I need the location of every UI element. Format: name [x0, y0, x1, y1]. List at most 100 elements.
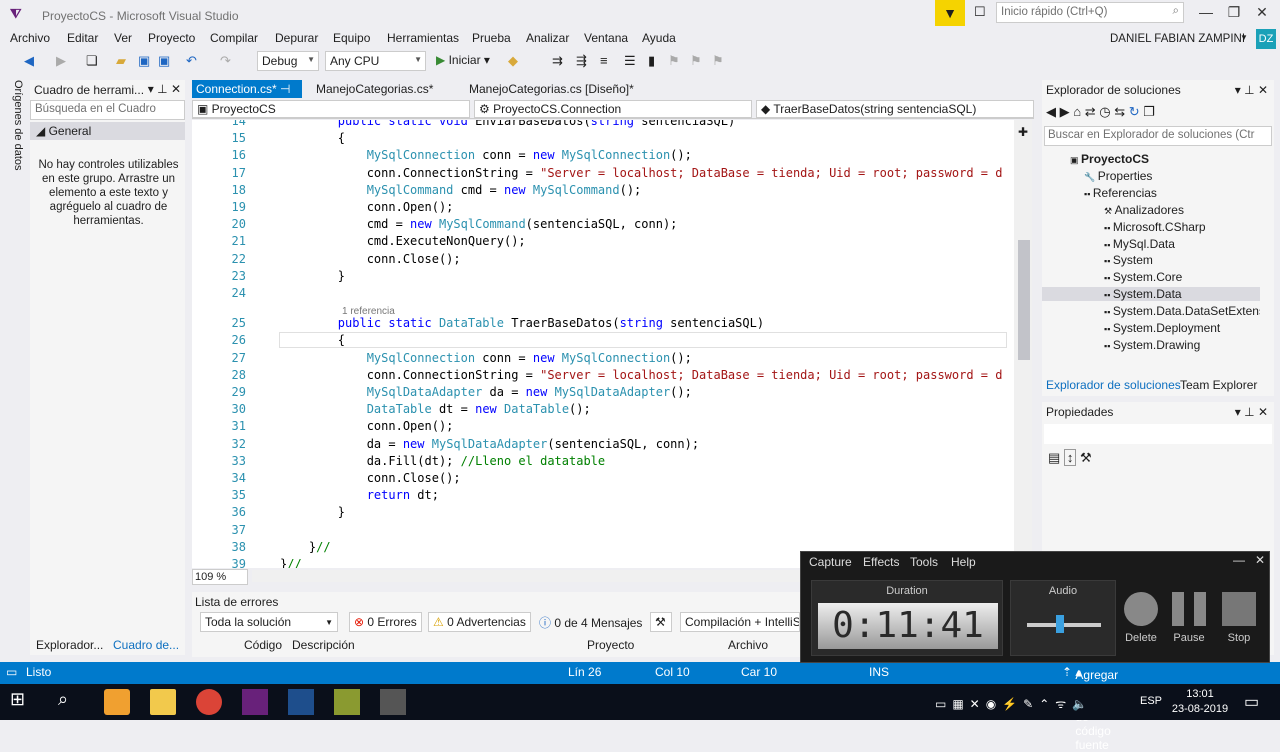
code-line[interactable]: } — [280, 505, 345, 519]
back-icon[interactable]: ◀ — [1046, 104, 1056, 119]
menu-ver[interactable]: Ver — [114, 31, 132, 45]
capture-menu-help[interactable]: Help — [951, 555, 976, 569]
code-editor[interactable]: 14 public static void EnviarBaseDatos(st… — [192, 120, 1014, 568]
pause-button[interactable]: Pause — [1169, 592, 1209, 652]
clock[interactable]: 13:01 23-08-2019 — [1170, 687, 1230, 717]
quick-launch-input[interactable]: Inicio rápido (Ctrl+Q) ⌕ — [996, 2, 1184, 23]
filter-icon[interactable]: ⚒ — [650, 612, 672, 632]
build-intellisense-select[interactable]: Compilación + IntelliSe — [680, 612, 800, 632]
alphabetical-icon[interactable]: ↕ — [1063, 449, 1077, 466]
code-line[interactable]: da = new MySqlDataAdapter(sentenciaSQL, … — [280, 437, 699, 451]
code-line[interactable]: return dt; — [280, 488, 439, 502]
close-icon[interactable]: ✕ — [1255, 553, 1265, 567]
column-codigo[interactable]: Código — [244, 638, 282, 652]
code-line[interactable]: cmd = new MySqlCommand(sentenciaSQL, con… — [280, 217, 678, 231]
properties-object-select[interactable] — [1044, 424, 1272, 444]
browser-link-icon[interactable]: ◆ — [508, 53, 518, 69]
errors-filter-button[interactable]: ⊗ 0 Errores — [349, 612, 422, 632]
code-line[interactable]: conn.ConnectionString = "Server = localh… — [280, 166, 1003, 180]
language-indicator[interactable]: ESP — [1140, 695, 1162, 707]
tab-manejocategorias-design[interactable]: ManejoCategorias.cs [Diseño]* — [465, 80, 638, 98]
history-icon[interactable]: ◷ — [1099, 104, 1110, 119]
solution-search-input[interactable]: Buscar en Explorador de soluciones (Ctr — [1044, 126, 1272, 146]
collapse-icon[interactable]: ❐ — [1143, 104, 1155, 119]
tree-item[interactable]: ▪▪ MySql.Data — [1042, 237, 1260, 251]
step-over-icon[interactable]: ⇶ — [576, 53, 587, 69]
member-select[interactable]: ◆ TraerBaseDatos(string sentenciaSQL) — [756, 100, 1034, 118]
code-line[interactable]: MySqlConnection conn = new MySqlConnecti… — [280, 148, 692, 162]
code-line[interactable]: cmd.ExecuteNonQuery(); — [280, 234, 526, 248]
tree-item[interactable]: ▪▪ System.Drawing — [1042, 338, 1260, 352]
menu-prueba[interactable]: Prueba — [472, 31, 511, 45]
platform-select[interactable]: Any CPU ▼ — [325, 51, 426, 71]
menu-editar[interactable]: Editar — [67, 31, 98, 45]
visual-studio-icon[interactable] — [242, 689, 268, 715]
file-explorer-icon[interactable] — [150, 689, 176, 715]
bookmark-icon[interactable]: ▮ — [648, 53, 655, 69]
code-line[interactable]: da.Fill(dt); //Lleno el datatable — [280, 454, 605, 468]
panel-controls-icon[interactable]: ▾ ⊥ ✕ — [148, 82, 181, 96]
save-all-icon[interactable]: ▣ — [158, 53, 170, 69]
capture-menu-capture[interactable]: Capture — [809, 555, 852, 569]
menu-ayuda[interactable]: Ayuda — [642, 31, 676, 45]
tab-toolbox[interactable]: Cuadro de... — [113, 638, 179, 652]
open-folder-icon[interactable]: ▰ — [116, 53, 126, 69]
code-line[interactable]: { — [280, 131, 345, 145]
menu-ventana[interactable]: Ventana — [584, 31, 628, 45]
user-name[interactable]: DANIEL FABIAN ZAMPINI — [1110, 33, 1245, 45]
start-button[interactable]: ▶ Iniciar ▾ — [436, 53, 490, 67]
menu-herramientas[interactable]: Herramientas — [387, 31, 459, 45]
tree-item[interactable]: ▪▪ Microsoft.CSharp — [1042, 220, 1260, 234]
minimize-icon[interactable]: — — [1233, 553, 1245, 567]
tree-item[interactable]: ▪▪ System.Core — [1042, 270, 1260, 284]
pending-icon[interactable]: ⇆ — [1114, 104, 1125, 119]
menu-archivo[interactable]: Archivo — [10, 31, 50, 45]
panel-controls-icon[interactable]: ▾ ⊥ ✕ — [1235, 83, 1268, 97]
panel-controls-icon[interactable]: ▾ ⊥ ✕ — [1235, 405, 1268, 419]
tree-item[interactable]: ⚒ Analizadores — [1042, 203, 1260, 217]
avatar[interactable]: DZ — [1256, 29, 1276, 49]
tab-server-explorer[interactable]: Explorador... — [36, 638, 103, 652]
code-line[interactable]: DataTable dt = new DataTable(); — [280, 402, 591, 416]
code-line[interactable]: } — [280, 269, 345, 283]
config-select[interactable]: Debug ▼ — [257, 51, 319, 71]
toolbox-group-general[interactable]: ◢ General — [30, 122, 185, 140]
bookmark-prev-icon[interactable]: ⚑ — [668, 53, 680, 69]
scroll-thumb[interactable] — [1018, 240, 1030, 360]
tree-item[interactable]: ▪▪ System.Data.DataSetExtensi — [1042, 304, 1260, 318]
indent-icon[interactable]: ☰ — [624, 53, 636, 69]
recorder-icon[interactable] — [380, 689, 406, 715]
chrome-icon[interactable] — [196, 689, 222, 715]
tab-manejocategorias-cs[interactable]: ManejoCategorias.cs* — [312, 80, 437, 98]
notification-filter-icon[interactable]: ▼ — [935, 0, 965, 26]
bookmark-clear-icon[interactable]: ⚑ — [712, 53, 724, 69]
column-archivo[interactable]: Archivo — [728, 638, 768, 652]
tab-team-explorer[interactable]: Team Explorer — [1180, 378, 1257, 392]
forward-icon[interactable]: ▶ — [1060, 104, 1070, 119]
code-line[interactable]: conn.Open(); — [280, 419, 454, 433]
code-line[interactable]: conn.Close(); — [280, 471, 461, 485]
home-icon[interactable]: ⌂ — [1073, 104, 1081, 119]
new-project-icon[interactable]: ❏ — [86, 53, 98, 69]
code-line[interactable]: MySqlConnection conn = new MySqlConnecti… — [280, 351, 692, 365]
menu-compilar[interactable]: Compilar — [210, 31, 258, 45]
code-line[interactable]: conn.ConnectionString = "Server = localh… — [280, 368, 1003, 382]
menu-depurar[interactable]: Depurar — [275, 31, 318, 45]
format-icon[interactable]: ≡ — [600, 53, 608, 68]
split-icon[interactable]: ✚ — [1018, 125, 1028, 139]
code-line[interactable]: }// — [280, 557, 302, 568]
code-line[interactable]: { — [279, 332, 1007, 349]
bookmark-next-icon[interactable]: ⚑ — [690, 53, 702, 69]
app-icon[interactable] — [288, 689, 314, 715]
capture-menu-tools[interactable]: Tools — [910, 555, 938, 569]
sync-icon[interactable]: ⇄ — [1085, 104, 1096, 119]
code-line[interactable]: public static DataTable TraerBaseDatos(s… — [280, 316, 764, 330]
class-select[interactable]: ⚙ ProyectoCS.Connection — [474, 100, 752, 118]
close-button[interactable]: ✕ — [1248, 4, 1276, 24]
search-icon[interactable]: ⌕ — [58, 689, 84, 715]
restore-button[interactable]: ❐ — [1220, 4, 1248, 24]
code-line[interactable]: conn.Open(); — [280, 200, 454, 214]
menu-proyecto[interactable]: Proyecto — [148, 31, 195, 45]
tree-item[interactable]: ▪▪ System.Deployment — [1042, 321, 1260, 335]
zoom-select[interactable]: 109 % — [192, 569, 248, 585]
